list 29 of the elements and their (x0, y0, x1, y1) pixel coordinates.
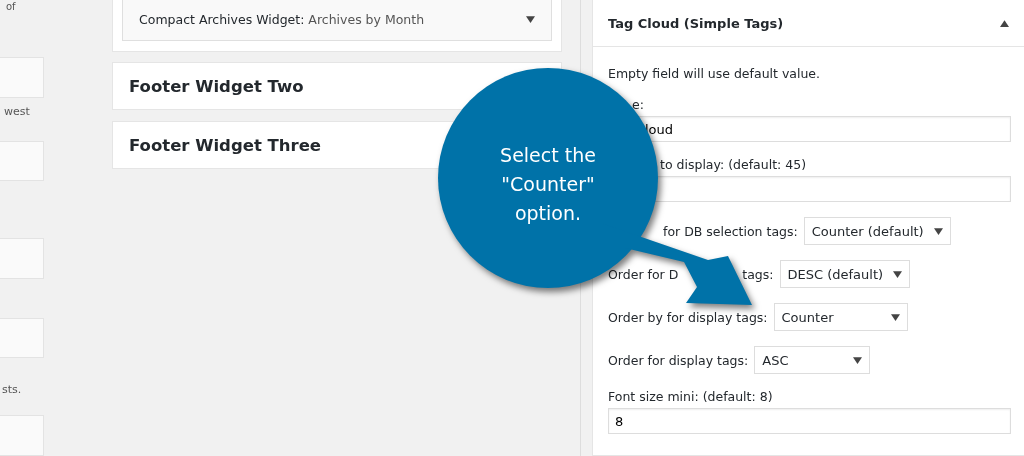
help-text: Empty field will use default value. (608, 66, 821, 81)
field-label: to display: (default: 45) (660, 157, 806, 172)
field-label: Order for D (608, 266, 679, 282)
widget-title: Compact Archives Widget: Archives by Month (139, 12, 425, 27)
caret-icon (890, 313, 900, 321)
text-field[interactable]: 8 (608, 408, 1011, 434)
widget-header[interactable]: Compact Archives Widget: Archives by Month (122, 0, 552, 41)
caret-icon (526, 16, 535, 23)
dropdown[interactable]: Counter (773, 303, 908, 331)
sidebar-title: Footer Widget Three (129, 135, 322, 155)
description-text: sts. (2, 383, 23, 398)
field-label: tags: (742, 266, 774, 282)
field-label: for DB selection tags: (663, 223, 798, 239)
field-label: e: (632, 97, 644, 112)
description-text: of (6, 0, 17, 14)
dropdown[interactable]: ASC (754, 346, 871, 374)
dropdown[interactable]: Counter (default) (803, 217, 951, 245)
description-text: west (4, 104, 31, 119)
field-label: Font size mini: (default: 8) (608, 389, 773, 404)
field-label: Order by for display tags: (608, 309, 768, 325)
field-label: Order for display tags: (608, 352, 749, 368)
collapse-arrow-icon (1000, 19, 1009, 27)
widget-title: Tag Cloud (Simple Tags) (608, 15, 784, 31)
caret-icon (853, 356, 863, 364)
widget-header[interactable]: Tag Cloud (Simple Tags) (593, 0, 1024, 47)
caret-icon (893, 270, 903, 278)
sidebar-title: Footer Widget Two (129, 76, 304, 96)
caret-icon (933, 227, 943, 235)
dropdown[interactable]: DESC (default) (779, 260, 911, 288)
